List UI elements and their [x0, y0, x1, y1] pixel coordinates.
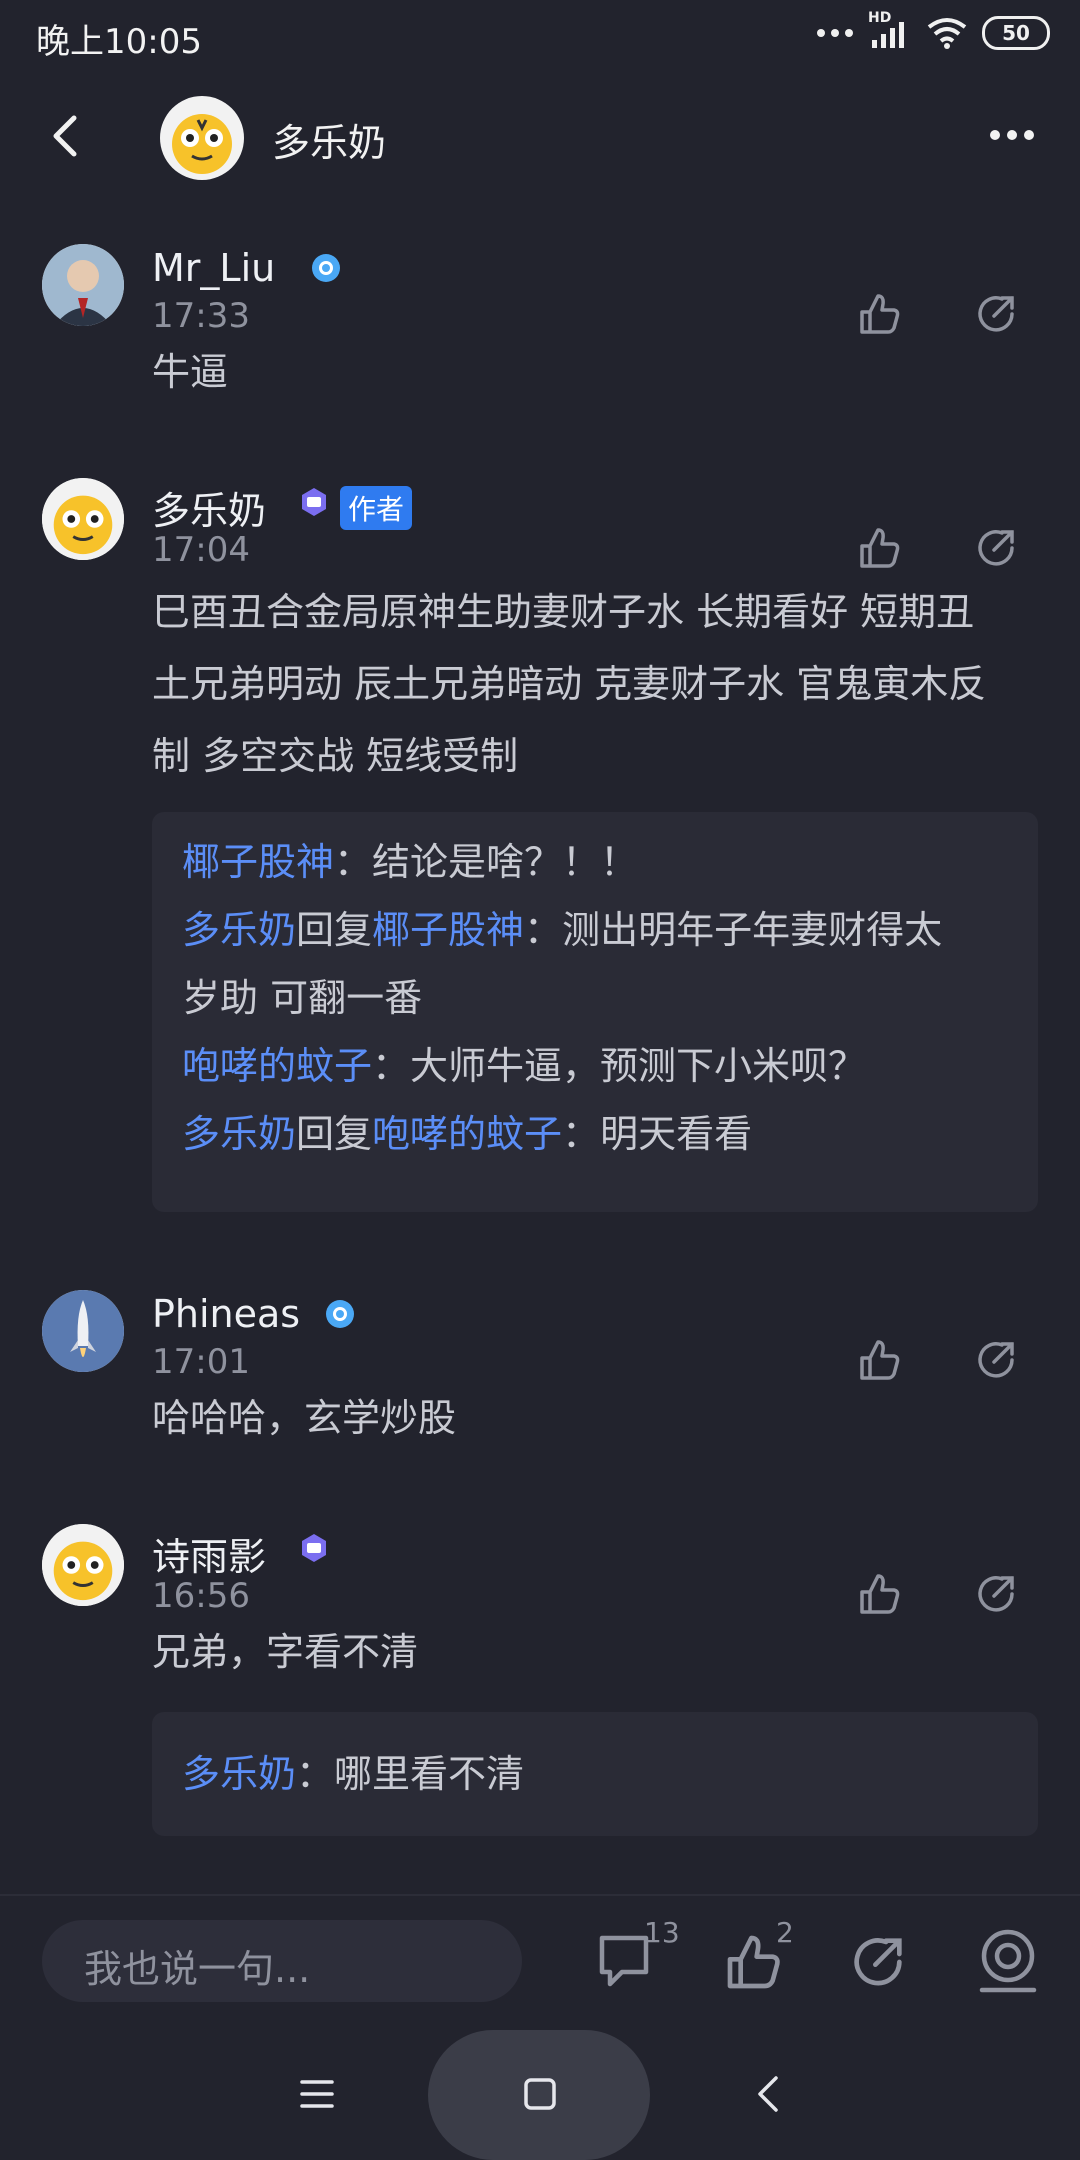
reply-box[interactable]: 椰子股神：结论是啥？！！ 多乐奶回复椰子股神：测出明年子年妻财得太 岁助 可翻一…	[152, 812, 1038, 1212]
reply-user[interactable]: 多乐奶	[182, 1112, 296, 1156]
reply-item[interactable]: 多乐奶回复咆哮的蚊子：明天看看	[182, 1100, 752, 1168]
more-dots-icon[interactable]	[988, 128, 1036, 142]
status-bar: 晚上10:05 HD 50	[0, 0, 1080, 76]
reply-text: 大师牛逼，预测下小米呗？	[410, 1044, 867, 1088]
header-avatar[interactable]	[160, 96, 244, 180]
comment-text: 巳酉丑合金局原神生助妻财子水 长期看好 短期丑 土兄弟明动 辰土兄弟暗动 克妻财…	[152, 576, 1042, 792]
comment-item: Mr_Liu 17:33 牛逼	[0, 240, 1080, 420]
reply-box[interactable]: 多乐奶：哪里看不清	[152, 1712, 1038, 1836]
reply-item[interactable]: 多乐奶：哪里看不清	[182, 1740, 524, 1808]
comment-time: 17:01	[152, 1342, 250, 1382]
comment-item: 多乐奶 作者 17:04 巳酉丑合金局原神生助妻财子水 长期看好 短期丑 土兄弟…	[0, 474, 1080, 1234]
share-icon[interactable]	[972, 290, 1020, 338]
comment-author[interactable]: 诗雨影	[152, 1526, 266, 1581]
comment-input-placeholder: 我也说一句...	[84, 1947, 311, 1991]
comment-time: 17:04	[152, 530, 250, 570]
reply-text: 结论是啥？！！	[372, 840, 639, 884]
share-icon[interactable]	[972, 1336, 1020, 1384]
bottom-divider	[0, 1894, 1080, 1896]
comment-text: 牛逼	[152, 350, 229, 394]
comment-time: 16:56	[152, 1576, 250, 1616]
header: 多乐奶	[0, 76, 1080, 196]
avatar[interactable]	[42, 478, 124, 560]
avatar[interactable]	[42, 1290, 124, 1372]
tiger-avatar-icon	[172, 114, 232, 174]
reply-word: 回复	[296, 1112, 373, 1156]
share-icon[interactable]	[972, 524, 1020, 572]
reply-item[interactable]: 咆哮的蚊子：大师牛逼，预测下小米呗？	[182, 1032, 866, 1100]
person-avatar-icon	[42, 244, 124, 326]
reply-user[interactable]: 多乐奶	[182, 1752, 296, 1796]
back-arrow-icon[interactable]	[46, 112, 86, 160]
member-badge-icon	[302, 1534, 326, 1562]
comment-text-line: 土兄弟明动 辰土兄弟暗动 克妻财子水 官鬼寅木反	[152, 662, 987, 706]
share-icon[interactable]	[846, 1930, 910, 1994]
menu-icon[interactable]	[298, 2078, 336, 2110]
back-icon[interactable]	[754, 2074, 782, 2114]
status-time: 晚上10:05	[36, 22, 202, 62]
home-icon[interactable]	[522, 2076, 558, 2112]
comment-author[interactable]: Mr_Liu	[152, 246, 275, 290]
reply-word: 回复	[296, 908, 373, 952]
rocket-avatar-icon	[42, 1290, 124, 1372]
reply-text: 明天看看	[600, 1112, 753, 1156]
reply-target[interactable]: 咆哮的蚊子	[372, 1112, 562, 1156]
comment-input[interactable]: 我也说一句...	[42, 1920, 522, 2002]
reply-item[interactable]: 椰子股神：结论是啥？！！	[182, 828, 638, 896]
comment-text-line: 制 多空交战 短线受制	[152, 734, 519, 778]
dots-icon	[817, 29, 853, 37]
comment-count: 13	[644, 1916, 680, 1949]
reply-item[interactable]: 多乐奶回复椰子股神：测出明年子年妻财得太	[182, 896, 942, 964]
reply-separator: ：	[524, 908, 563, 952]
avatar[interactable]	[42, 1524, 124, 1606]
thumbs-up-icon[interactable]	[856, 1570, 904, 1618]
verified-badge-icon	[326, 1300, 354, 1328]
favorite-icon[interactable]	[976, 1928, 1040, 1994]
reply-separator: ：	[562, 1112, 601, 1156]
share-icon[interactable]	[972, 1570, 1020, 1618]
verified-badge-icon	[312, 254, 340, 282]
battery-icon: 50	[982, 16, 1050, 50]
comment-item: 诗雨影 16:56 兄弟，字看不清 多乐奶：哪里看不清	[0, 1520, 1080, 1840]
like-count-button[interactable]: 2	[722, 1916, 812, 2006]
comment-time: 17:33	[152, 296, 250, 336]
reply-user[interactable]: 多乐奶	[182, 908, 296, 952]
avatar[interactable]	[42, 244, 124, 326]
comment-item: Phineas 17:01 哈哈哈，玄学炒股	[0, 1286, 1080, 1466]
reply-separator: ：	[372, 1044, 411, 1088]
page-title: 多乐奶	[272, 121, 387, 165]
thumbs-up-icon[interactable]	[856, 290, 904, 338]
comment-text-line: 巳酉丑合金局原神生助妻财子水 长期看好 短期丑	[152, 590, 975, 634]
comment-author[interactable]: 多乐奶	[152, 480, 266, 535]
reply-separator: ：	[296, 1752, 335, 1796]
reply-user[interactable]: 椰子股神	[182, 840, 334, 884]
reply-text: 哪里看不清	[334, 1752, 525, 1796]
network-label: HD	[868, 10, 892, 26]
reply-text-cont: 岁助 可翻一番	[182, 976, 423, 1020]
battery-level: 50	[1002, 21, 1030, 45]
reply-user[interactable]: 咆哮的蚊子	[182, 1044, 372, 1088]
reply-text: 测出明年子年妻财得太	[562, 908, 943, 952]
tiger-avatar-icon	[42, 1524, 124, 1606]
member-badge-icon	[302, 488, 326, 516]
comment-count-button[interactable]: 13	[596, 1916, 686, 2006]
comment-text: 哈哈哈，玄学炒股	[152, 1396, 457, 1440]
author-tag: 作者	[340, 486, 413, 530]
comment-author[interactable]: Phineas	[152, 1292, 300, 1336]
tiger-avatar-icon	[42, 478, 124, 560]
reply-target[interactable]: 椰子股神	[372, 908, 524, 952]
reply-separator: ：	[334, 840, 373, 884]
comment-text: 兄弟，字看不清	[152, 1630, 419, 1674]
signal-icon: HD	[868, 10, 912, 50]
status-icons: HD 50	[816, 10, 1050, 50]
thumbs-up-icon[interactable]	[856, 1336, 904, 1384]
thumbs-up-icon[interactable]	[856, 524, 904, 572]
like-count: 2	[776, 1916, 794, 1949]
wifi-icon	[927, 18, 967, 49]
